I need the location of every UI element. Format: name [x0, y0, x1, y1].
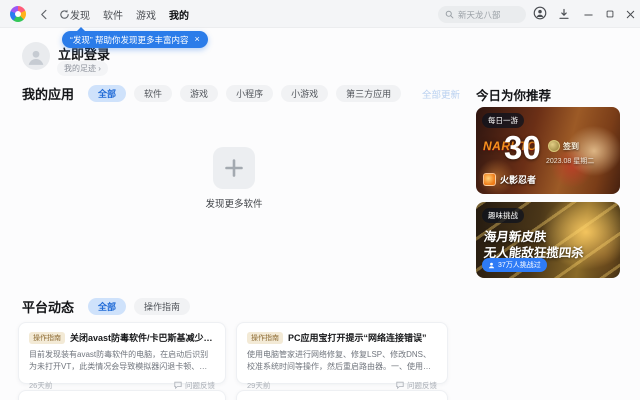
- main-nav: 发现 软件 游戏 我的: [70, 0, 189, 28]
- app-logo-icon[interactable]: [10, 6, 26, 22]
- back-icon[interactable]: [36, 6, 52, 22]
- filter-minigames[interactable]: 小游戏: [281, 85, 329, 102]
- comment-icon: [396, 382, 404, 390]
- article-dns-guide[interactable]: 操作指南 pc应用宝网络异常修改DNS教程: [18, 390, 226, 400]
- avatar[interactable]: [22, 42, 50, 70]
- feed-filters: 全部 操作指南: [88, 298, 191, 315]
- article-tag: 操作指南: [29, 331, 65, 344]
- article-title: 关闭avast防毒软件/卡巴斯基减少卡顿现象: [70, 333, 215, 343]
- article-opengl[interactable]: 操作指南 opengl版本过低/卡死/花屏/闪退，升级显卡驱动…: [236, 390, 448, 400]
- nav-mine[interactable]: 我的: [169, 7, 189, 22]
- daily-game-card[interactable]: 每日一游 NARUTO 30 签到 2023.08 星期二 火影忍者: [476, 107, 620, 194]
- checkin-stamp-icon: [548, 140, 560, 152]
- comment-icon: [174, 382, 182, 390]
- article-avast[interactable]: 操作指南 关闭avast防毒软件/卡巴斯基减少卡顿现象 目前发现装有avast防…: [18, 322, 226, 390]
- recommend-title: 今日为你推荐: [476, 89, 552, 103]
- checkin-row[interactable]: 签到: [548, 140, 579, 152]
- plus-icon: [225, 159, 243, 177]
- nav-games[interactable]: 游戏: [136, 7, 156, 22]
- naruto-game-icon: [483, 173, 496, 186]
- titlebar: 发现 软件 游戏 我的: [0, 0, 640, 28]
- close-icon[interactable]: [622, 6, 638, 22]
- filter-software[interactable]: 软件: [134, 85, 173, 102]
- search-input[interactable]: [458, 9, 518, 20]
- add-more-apps-button[interactable]: [213, 147, 255, 189]
- update-all-button[interactable]: 全部更新: [422, 87, 460, 101]
- challenge-card[interactable]: 趣味挑战 海月新皮肤 无人能敌狂揽四杀 37万人挑战过: [476, 202, 620, 278]
- my-apps-header: 我的应用 全部 软件 游戏 小程序 小游戏 第三方应用: [22, 84, 402, 103]
- filter-games[interactable]: 游戏: [180, 85, 219, 102]
- calendar-date: 2023.08 星期二: [546, 158, 595, 165]
- minimize-icon[interactable]: [580, 6, 596, 22]
- add-more-apps-label: 发现更多软件: [205, 199, 263, 210]
- user-account-icon[interactable]: [532, 5, 548, 21]
- search-box[interactable]: [438, 6, 526, 23]
- discover-tooltip: “发现” 帮助你发现更多丰富内容 ×: [62, 27, 208, 48]
- challenge-stat: 37万人挑战过: [482, 258, 547, 272]
- my-apps-title: 我的应用: [22, 87, 75, 102]
- tooltip-close-icon[interactable]: ×: [195, 35, 200, 44]
- calendar-day: 30: [504, 129, 541, 166]
- feed-filter-guide[interactable]: 操作指南: [134, 298, 191, 315]
- daily-game-badge: 每日一游: [482, 113, 524, 128]
- daily-game-row[interactable]: 火影忍者: [483, 173, 536, 186]
- feed-title: 平台动态: [22, 300, 75, 315]
- filter-all[interactable]: 全部: [88, 85, 127, 102]
- participants-icon: [488, 262, 495, 268]
- challenge-stat-label: 37万人挑战过: [498, 262, 541, 269]
- maximize-icon[interactable]: [602, 6, 618, 22]
- article-network-error[interactable]: 操作指南 PC应用宝打开提示“网络连接错误” 使用电脑管家进行网络修复、修复LS…: [236, 322, 448, 390]
- checkin-label: 签到: [563, 141, 579, 151]
- tooltip-text: “发现” 帮助你发现更多丰富内容: [70, 34, 189, 45]
- search-icon: [445, 10, 454, 19]
- article-tag: 操作指南: [247, 331, 283, 344]
- filter-thirdparty[interactable]: 第三方应用: [336, 85, 402, 102]
- article-title: PC应用宝打开提示“网络连接错误”: [288, 333, 427, 343]
- nav-discover[interactable]: 发现: [70, 7, 90, 22]
- my-apps-filters: 全部 软件 游戏 小程序 小游戏 第三方应用: [88, 85, 402, 102]
- nav-software[interactable]: 软件: [103, 7, 123, 22]
- feed-filter-all[interactable]: 全部: [88, 298, 127, 315]
- daily-game-name: 火影忍者: [500, 175, 537, 185]
- article-body: 使用电脑管家进行网络修复、修复LSP、修改DNS、校准系统时间等操作，然后重启路…: [247, 350, 432, 372]
- avatar-person-icon: [28, 50, 44, 65]
- article-body: 目前发现装有avast防毒软件的电脑，在启动后识别为未打开VT，此类情况会导致模…: [29, 350, 209, 372]
- challenge-badge: 趣味挑战: [482, 208, 524, 223]
- feed-header: 平台动态 全部 操作指南: [22, 297, 191, 316]
- download-manager-icon[interactable]: [556, 6, 572, 22]
- my-footprints-link[interactable]: 我的足迹 ›: [57, 61, 108, 76]
- filter-miniprograms[interactable]: 小程序: [226, 85, 274, 102]
